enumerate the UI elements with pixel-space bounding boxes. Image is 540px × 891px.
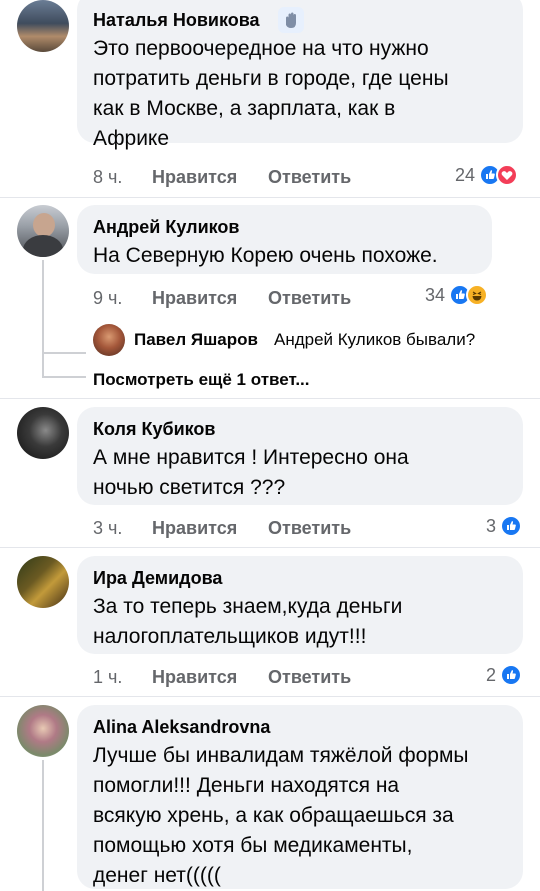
reactions-summary[interactable]: 3 bbox=[486, 515, 523, 537]
comment-text-line: всякую хрень, а как обращаешься за bbox=[93, 804, 454, 827]
comment-text-line: налогоплательщиков идут!!! bbox=[93, 625, 367, 648]
like-icon bbox=[500, 664, 523, 686]
reply-author[interactable]: Павел Яшаров bbox=[134, 330, 258, 350]
avatar[interactable] bbox=[17, 205, 69, 257]
comment-author[interactable]: Коля Кубиков bbox=[93, 419, 215, 440]
comment-text-line: Африке bbox=[93, 127, 170, 150]
like-button[interactable]: Нравится bbox=[152, 288, 237, 309]
reply-button[interactable]: Ответить bbox=[268, 518, 351, 539]
avatar[interactable] bbox=[17, 556, 69, 608]
haha-icon bbox=[466, 284, 489, 306]
divider bbox=[0, 197, 540, 198]
thread-line bbox=[42, 760, 44, 891]
comment-text-line: помогли!!! Деньги находятся на bbox=[93, 774, 400, 797]
thread-line bbox=[42, 354, 44, 378]
reply-button[interactable]: Ответить bbox=[268, 667, 351, 688]
comment-time[interactable]: 1 ч. bbox=[93, 667, 122, 688]
reaction-count: 2 bbox=[486, 664, 497, 685]
divider bbox=[0, 547, 540, 548]
thread-line bbox=[42, 352, 86, 354]
reply-text: Андрей Куликов бывали? bbox=[274, 330, 476, 349]
reactions-summary[interactable]: 2 bbox=[486, 664, 523, 686]
comment-text-line: денег нет((((( bbox=[93, 864, 221, 887]
comment-author[interactable]: Наталья Новикова bbox=[93, 10, 260, 31]
reaction-count: 24 bbox=[455, 164, 476, 185]
comment-time[interactable]: 8 ч. bbox=[93, 167, 122, 188]
reaction-count: 34 bbox=[425, 284, 446, 305]
comment-text-line: Это первоочередное на что нужно bbox=[93, 37, 429, 60]
comment-text: На Северную Корею очень похоже. bbox=[93, 241, 438, 271]
wave-hand-icon bbox=[278, 7, 304, 33]
comment-text-line: потратить деньги в городе, где цены bbox=[93, 67, 449, 90]
reaction-count: 3 bbox=[486, 515, 497, 536]
comment-text-line: как в Москве, а зарплата, как в bbox=[93, 97, 396, 120]
avatar[interactable] bbox=[17, 407, 69, 459]
comment-bubble: Наталья Новикова Это первоочередное на ч… bbox=[77, 0, 523, 150]
comment-author[interactable]: Андрей Куликов bbox=[93, 217, 239, 238]
comment-text-line: На Северную Корею очень похоже. bbox=[93, 244, 438, 267]
comment-text: А мне нравится ! Интересно она ночью све… bbox=[93, 443, 409, 503]
comment-text: За то теперь знаем,куда деньги налогопла… bbox=[93, 592, 402, 652]
comment-text: Лучше бы инвалидам тяжёлой формы помогли… bbox=[93, 741, 469, 891]
comment-bubble: Alina Aleksandrovna Лучше бы инвалидам т… bbox=[77, 705, 523, 889]
like-button[interactable]: Нравится bbox=[152, 667, 237, 688]
comment-bubble: Андрей Куликов На Северную Корею очень п… bbox=[77, 205, 492, 274]
avatar[interactable] bbox=[93, 324, 125, 356]
comment-text-line: А мне нравится ! Интересно она bbox=[93, 446, 409, 469]
comment-author[interactable]: Alina Aleksandrovna bbox=[93, 717, 270, 738]
divider bbox=[0, 398, 540, 399]
reactions-summary[interactable]: 34 bbox=[425, 284, 489, 306]
avatar[interactable] bbox=[17, 0, 69, 52]
comment-bubble: Ира Демидова За то теперь знаем,куда ден… bbox=[77, 556, 523, 654]
avatar[interactable] bbox=[17, 705, 69, 757]
comment-text-line: ночью светится ??? bbox=[93, 476, 286, 499]
like-button[interactable]: Нравится bbox=[152, 518, 237, 539]
divider bbox=[0, 696, 540, 697]
reply-button[interactable]: Ответить bbox=[268, 167, 351, 188]
thread-line bbox=[42, 376, 86, 378]
reply-button[interactable]: Ответить bbox=[268, 288, 351, 309]
comment-author[interactable]: Ира Демидова bbox=[93, 568, 222, 589]
comment-bubble: Коля Кубиков А мне нравится ! Интересно … bbox=[77, 407, 523, 505]
comment-text: Это первоочередное на что нужно потратит… bbox=[93, 34, 449, 154]
view-more-replies[interactable]: Посмотреть ещё 1 ответ... bbox=[93, 370, 309, 390]
like-button[interactable]: Нравится bbox=[152, 167, 237, 188]
comment-text-line: За то теперь знаем,куда деньги bbox=[93, 595, 403, 618]
comment-time[interactable]: 3 ч. bbox=[93, 518, 122, 539]
comment-time[interactable]: 9 ч. bbox=[93, 288, 122, 309]
love-icon bbox=[496, 164, 519, 186]
like-icon bbox=[500, 515, 523, 537]
thread-line bbox=[42, 260, 44, 354]
reactions-summary[interactable]: 24 bbox=[455, 164, 519, 186]
comment-text-line: Лучше бы инвалидам тяжёлой формы bbox=[93, 744, 469, 767]
comment-text-line: помощью хотя бы медикаменты, bbox=[93, 834, 413, 857]
